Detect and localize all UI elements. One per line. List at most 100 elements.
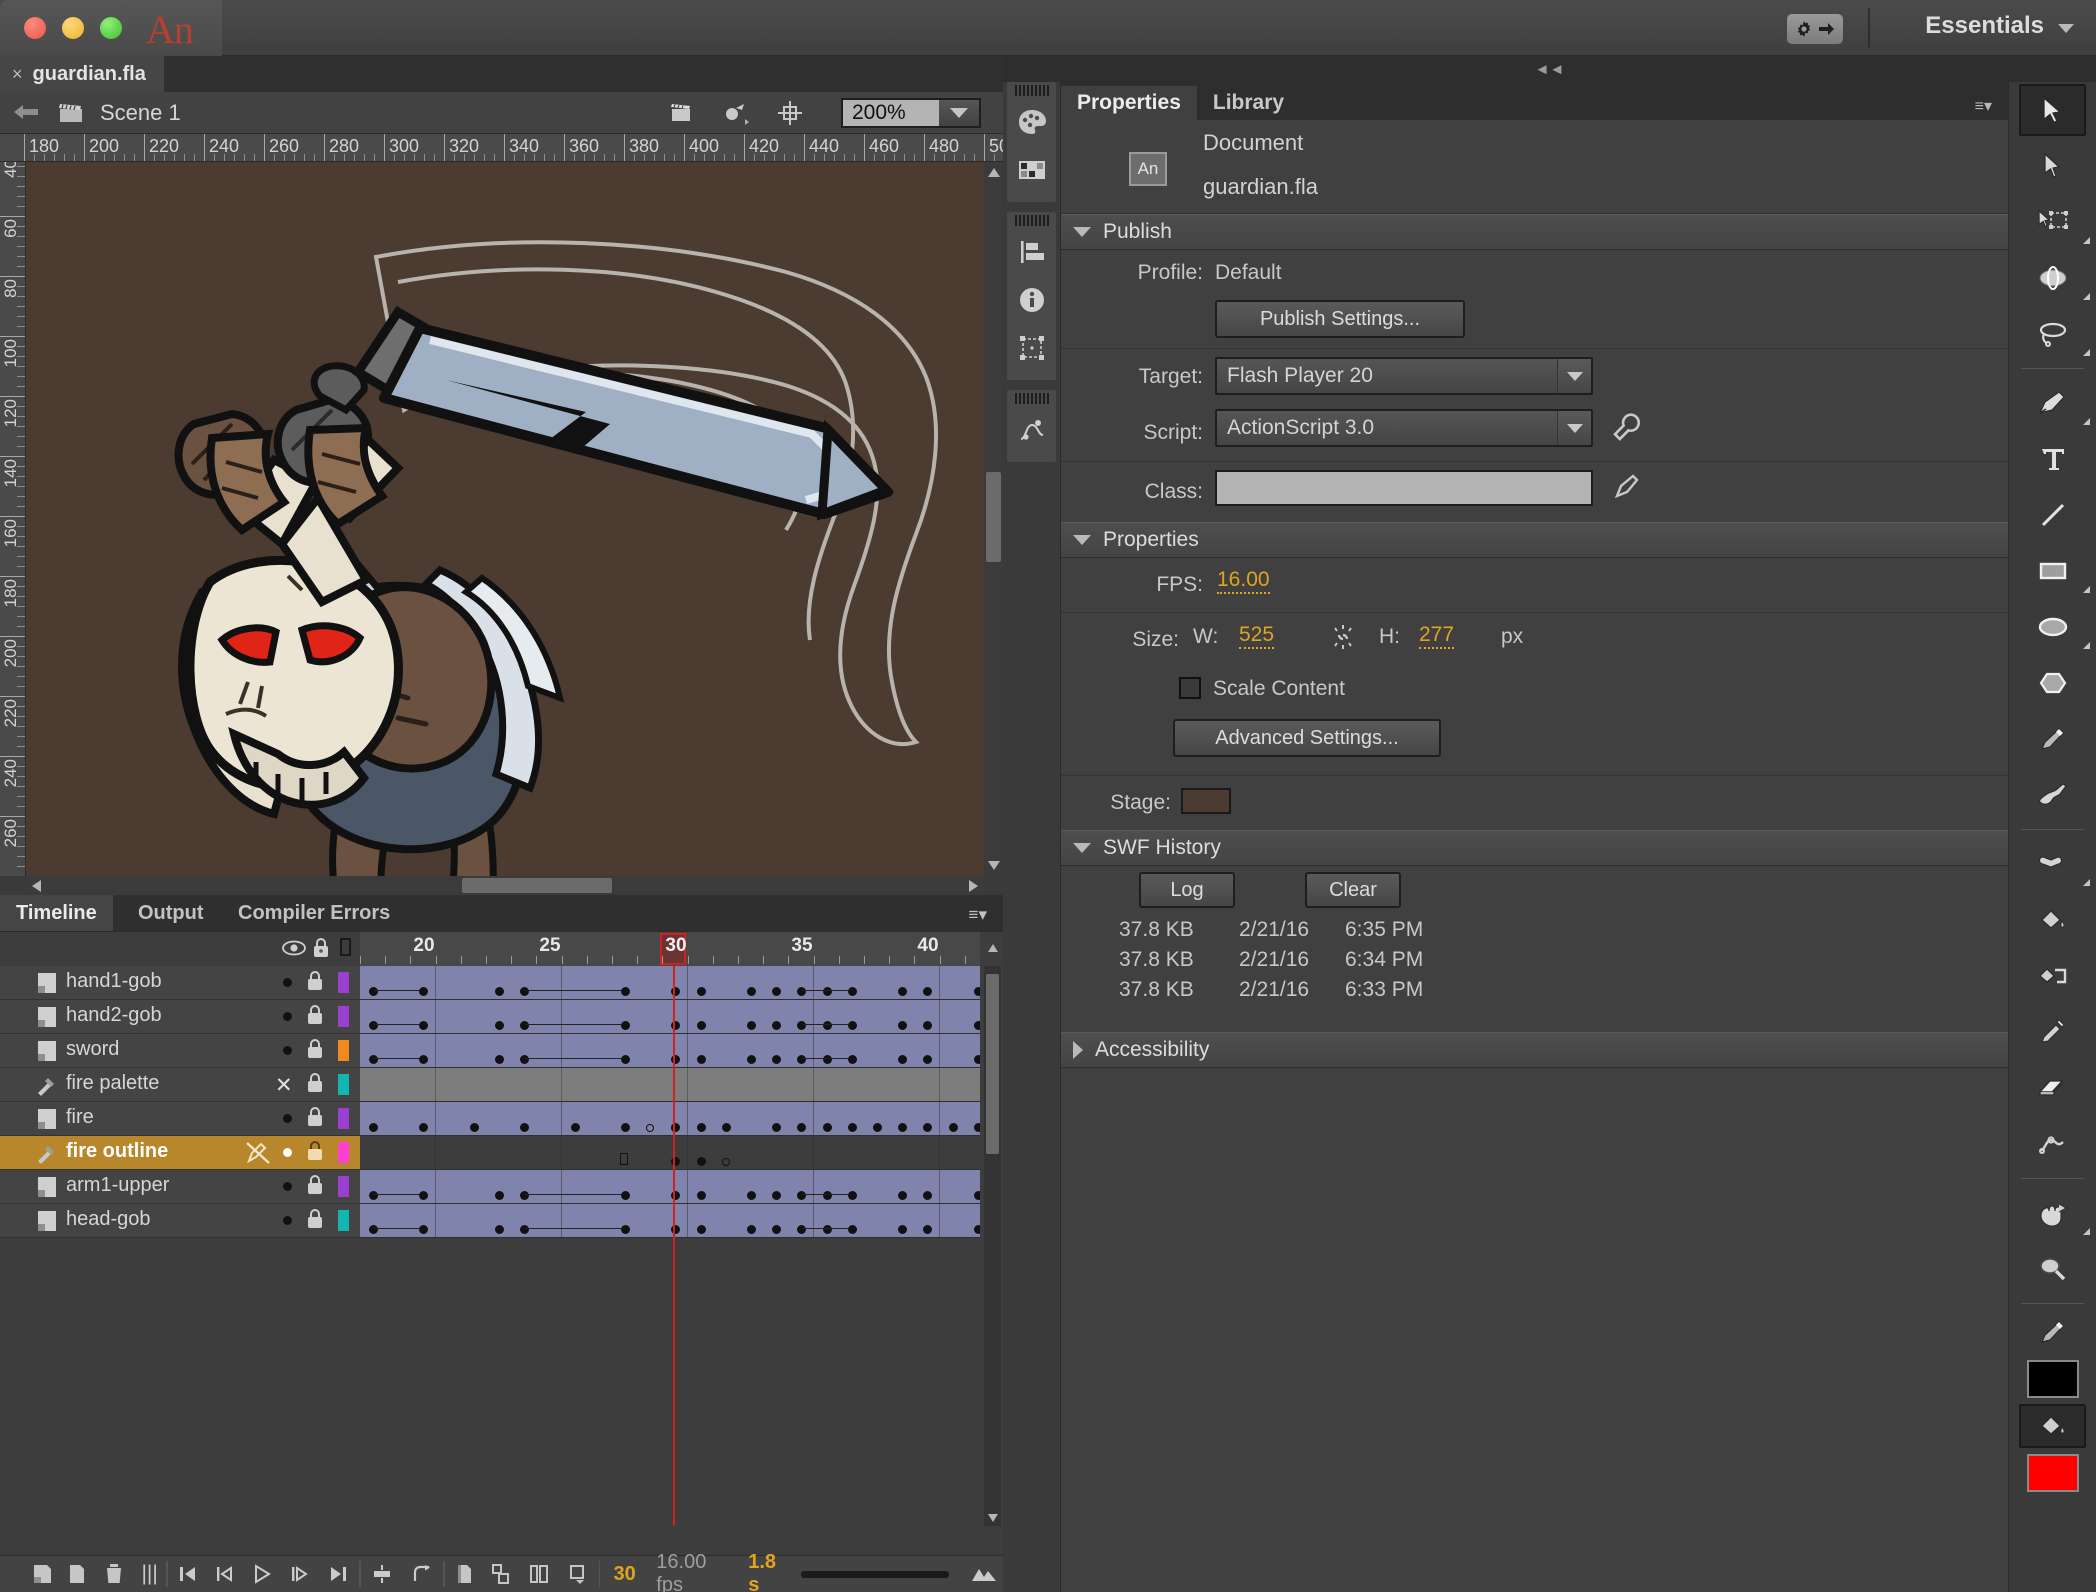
lasso-tool-icon[interactable] [2009,306,2096,362]
fps-indicator[interactable]: 16.00 fps [656,1551,733,1592]
target-dropdown[interactable]: Flash Player 20 [1215,357,1593,395]
timeline-frame-cell[interactable] [435,1170,462,1203]
tool-flyout-indicator-icon[interactable] [2083,237,2090,244]
stage-canvas[interactable] [26,162,984,876]
timeline-frame-cell[interactable] [385,1000,412,1033]
timeline-frame-cell[interactable] [763,1034,790,1067]
bone-tool-icon[interactable] [2009,836,2096,892]
timeline-frame-cell[interactable] [939,1170,966,1203]
timeline-layer-row[interactable]: fire [0,1102,360,1136]
tool-flyout-indicator-icon[interactable] [2083,642,2090,649]
panel-grip[interactable] [1007,390,1056,406]
timeline-frame-cell[interactable] [385,1034,412,1067]
timeline-frame-cell[interactable] [435,1136,462,1169]
timeline-frame-cell[interactable] [612,1000,638,1033]
accessibility-section-header[interactable]: Accessibility [1061,1032,2008,1068]
timeline-frame-cell[interactable] [687,966,714,999]
timeline-frame-cell[interactable] [889,1034,916,1067]
chevron-down-icon[interactable] [1557,411,1591,445]
timeline-frame-cell[interactable] [939,966,966,999]
timeline-frame-cell[interactable] [687,1034,714,1067]
panel-grip[interactable] [1007,212,1056,228]
properties-section-header[interactable]: Properties [1061,522,2008,558]
timeline-frame-cell[interactable] [561,966,588,999]
timeline-frame-cell[interactable] [460,1000,487,1033]
layer-name[interactable]: arm1-upper [66,1174,169,1197]
timeline-frame-cell[interactable] [460,1102,487,1135]
pen-tool-icon[interactable] [2009,375,2096,431]
layer-lock-toggle[interactable] [306,970,324,998]
timeline-frame-cell[interactable] [864,1000,890,1033]
timeline-frame-cell[interactable] [964,1170,980,1203]
timeline-frame-cell[interactable] [864,966,890,999]
timeline-frame-cell[interactable] [486,1170,512,1203]
timeline-frame-cell[interactable] [838,1204,865,1237]
go-to-last-icon[interactable] [318,1564,359,1584]
gear-swap-icon[interactable] [1787,14,1843,44]
timeline-frame-cell[interactable] [712,1204,739,1237]
timeline-frame-cell[interactable] [460,1136,487,1169]
timeline-frame-cell[interactable] [536,1170,563,1203]
new-folder-icon[interactable] [58,1563,95,1585]
timeline-frame-cell[interactable] [813,1136,840,1169]
timeline-frame-cell[interactable] [889,1204,916,1237]
timeline-frame-cell[interactable] [385,1136,412,1169]
timeline-frame-cell[interactable] [511,1170,538,1203]
eye-icon[interactable] [282,939,306,962]
layer-visibility-toggle[interactable] [283,1148,292,1157]
timeline-frame-cell[interactable] [813,1000,840,1033]
layer-color-swatch[interactable] [338,1074,349,1095]
properties-panel-tabs[interactable]: Properties Library [1061,82,2008,120]
chevron-down-icon[interactable] [2058,24,2074,33]
timeline-frame-cell[interactable] [561,1034,588,1067]
timeline-frame-cell[interactable] [435,1034,462,1067]
scale-content-checkbox[interactable] [1179,677,1201,699]
layer-lock-toggle[interactable] [306,1208,324,1236]
layer-color-swatch[interactable] [338,972,349,993]
timeline-frame-cell[interactable] [813,1170,840,1203]
timeline-frame-cell[interactable] [360,1000,386,1033]
timeline-frame-cell[interactable] [939,1068,966,1101]
fill-color-swatch[interactable] [2026,1454,2079,1492]
tab-output[interactable]: Output [122,895,220,931]
timeline-frame-cell[interactable] [460,1068,487,1101]
current-frame-indicator[interactable]: 30 [613,1563,635,1586]
panel-grip[interactable] [1007,82,1056,98]
timeline-frame-cell[interactable] [486,966,512,999]
tool-flyout-indicator-icon[interactable] [2083,293,2090,300]
info-icon[interactable] [1007,276,1056,324]
timeline-frame-cell[interactable] [788,1034,815,1067]
align-icon[interactable] [1007,228,1056,276]
timeline-frame-cell[interactable] [712,1102,739,1135]
timeline-frame-cell[interactable] [763,1170,790,1203]
timeline-frame-cell[interactable] [964,1102,980,1135]
layer-color-swatch[interactable] [338,1040,349,1061]
timeline-frame-cell[interactable] [586,1102,613,1135]
center-frame-icon[interactable] [361,1564,402,1584]
timeline-frame-cell[interactable] [738,966,764,999]
timeline-frame-cell[interactable] [838,1000,865,1033]
log-button[interactable]: Log [1139,872,1235,908]
layer-name[interactable]: hand2-gob [66,1004,162,1027]
timeline-layer-row[interactable]: head-gob [0,1204,360,1238]
swatches-icon[interactable] [1007,146,1056,194]
timeline-frame-cell[interactable] [435,966,462,999]
timeline-frame-cell[interactable] [410,1136,437,1169]
timeline-frame-cell[interactable] [687,1000,714,1033]
panel-menu-icon[interactable]: ≡▾ [1975,96,1992,116]
timeline-frame-cell[interactable] [410,1102,437,1135]
timeline-frame-cell[interactable] [410,1204,437,1237]
new-layer-icon[interactable] [26,1563,58,1585]
publish-settings-button[interactable]: Publish Settings... [1215,300,1465,338]
chevron-down-icon[interactable] [1557,359,1591,393]
subselection-tool-icon[interactable] [2009,138,2096,194]
unlink-icon[interactable] [1329,623,1357,657]
timeline-frame-cell[interactable] [536,1102,563,1135]
timeline-frame-cell[interactable] [964,1034,980,1067]
script-dropdown[interactable]: ActionScript 3.0 [1215,409,1593,447]
timeline-frame-cell[interactable] [914,1068,941,1101]
timeline-frame-cell[interactable] [964,1204,980,1237]
layer-color-swatch[interactable] [338,1108,349,1129]
timeline-frame-cell[interactable] [864,1034,890,1067]
timeline-frame-cell[interactable] [486,1102,512,1135]
